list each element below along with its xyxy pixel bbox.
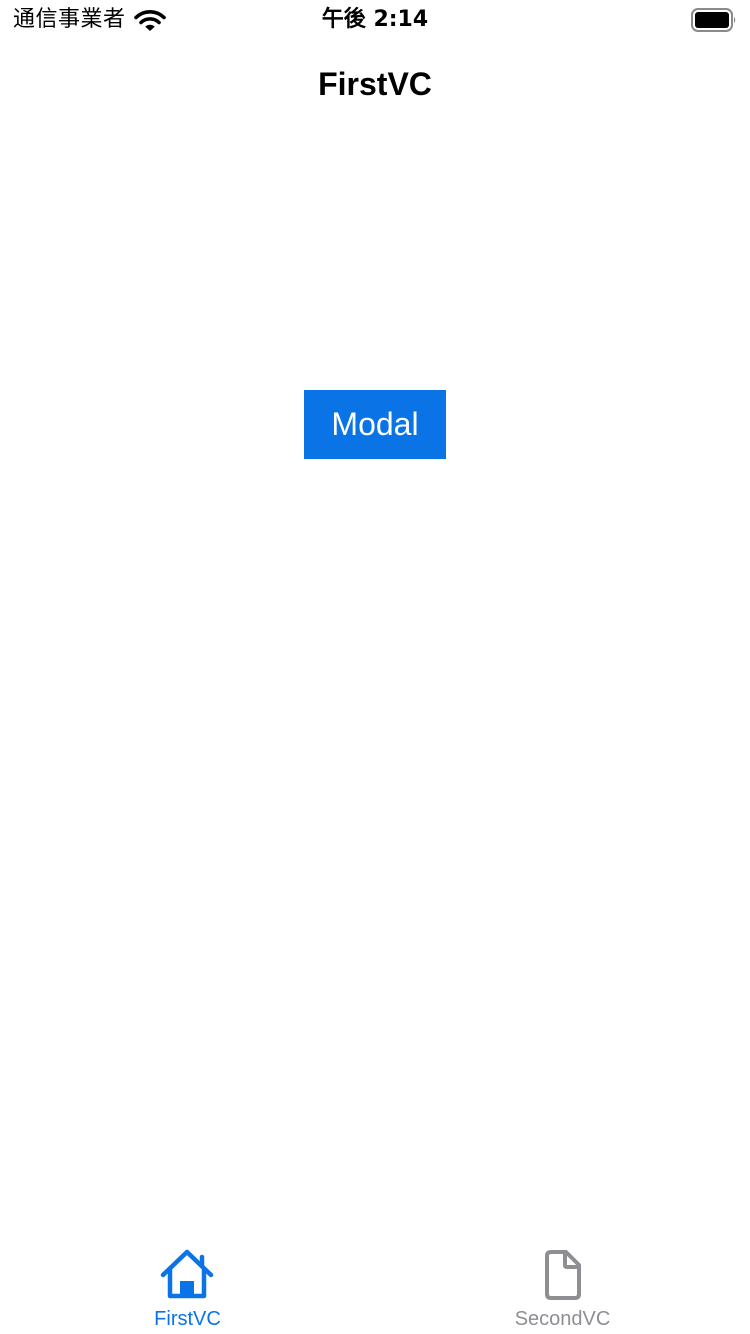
tab-label: SecondVC xyxy=(514,1308,611,1330)
tab-second-vc[interactable]: SecondVC xyxy=(375,1232,750,1334)
status-bar: 通信事業者 午後 2:14 xyxy=(0,0,750,40)
tab-bar: FirstVC SecondVC xyxy=(0,1232,750,1334)
house-icon xyxy=(159,1246,215,1302)
tab-first-vc[interactable]: FirstVC xyxy=(0,1232,375,1334)
modal-button[interactable]: Modal xyxy=(304,390,446,459)
page-title: FirstVC xyxy=(318,66,432,102)
tab-label: FirstVC xyxy=(154,1308,221,1330)
clock: 午後 2:14 xyxy=(321,7,429,32)
document-icon xyxy=(534,1246,590,1302)
battery-icon xyxy=(691,8,737,32)
